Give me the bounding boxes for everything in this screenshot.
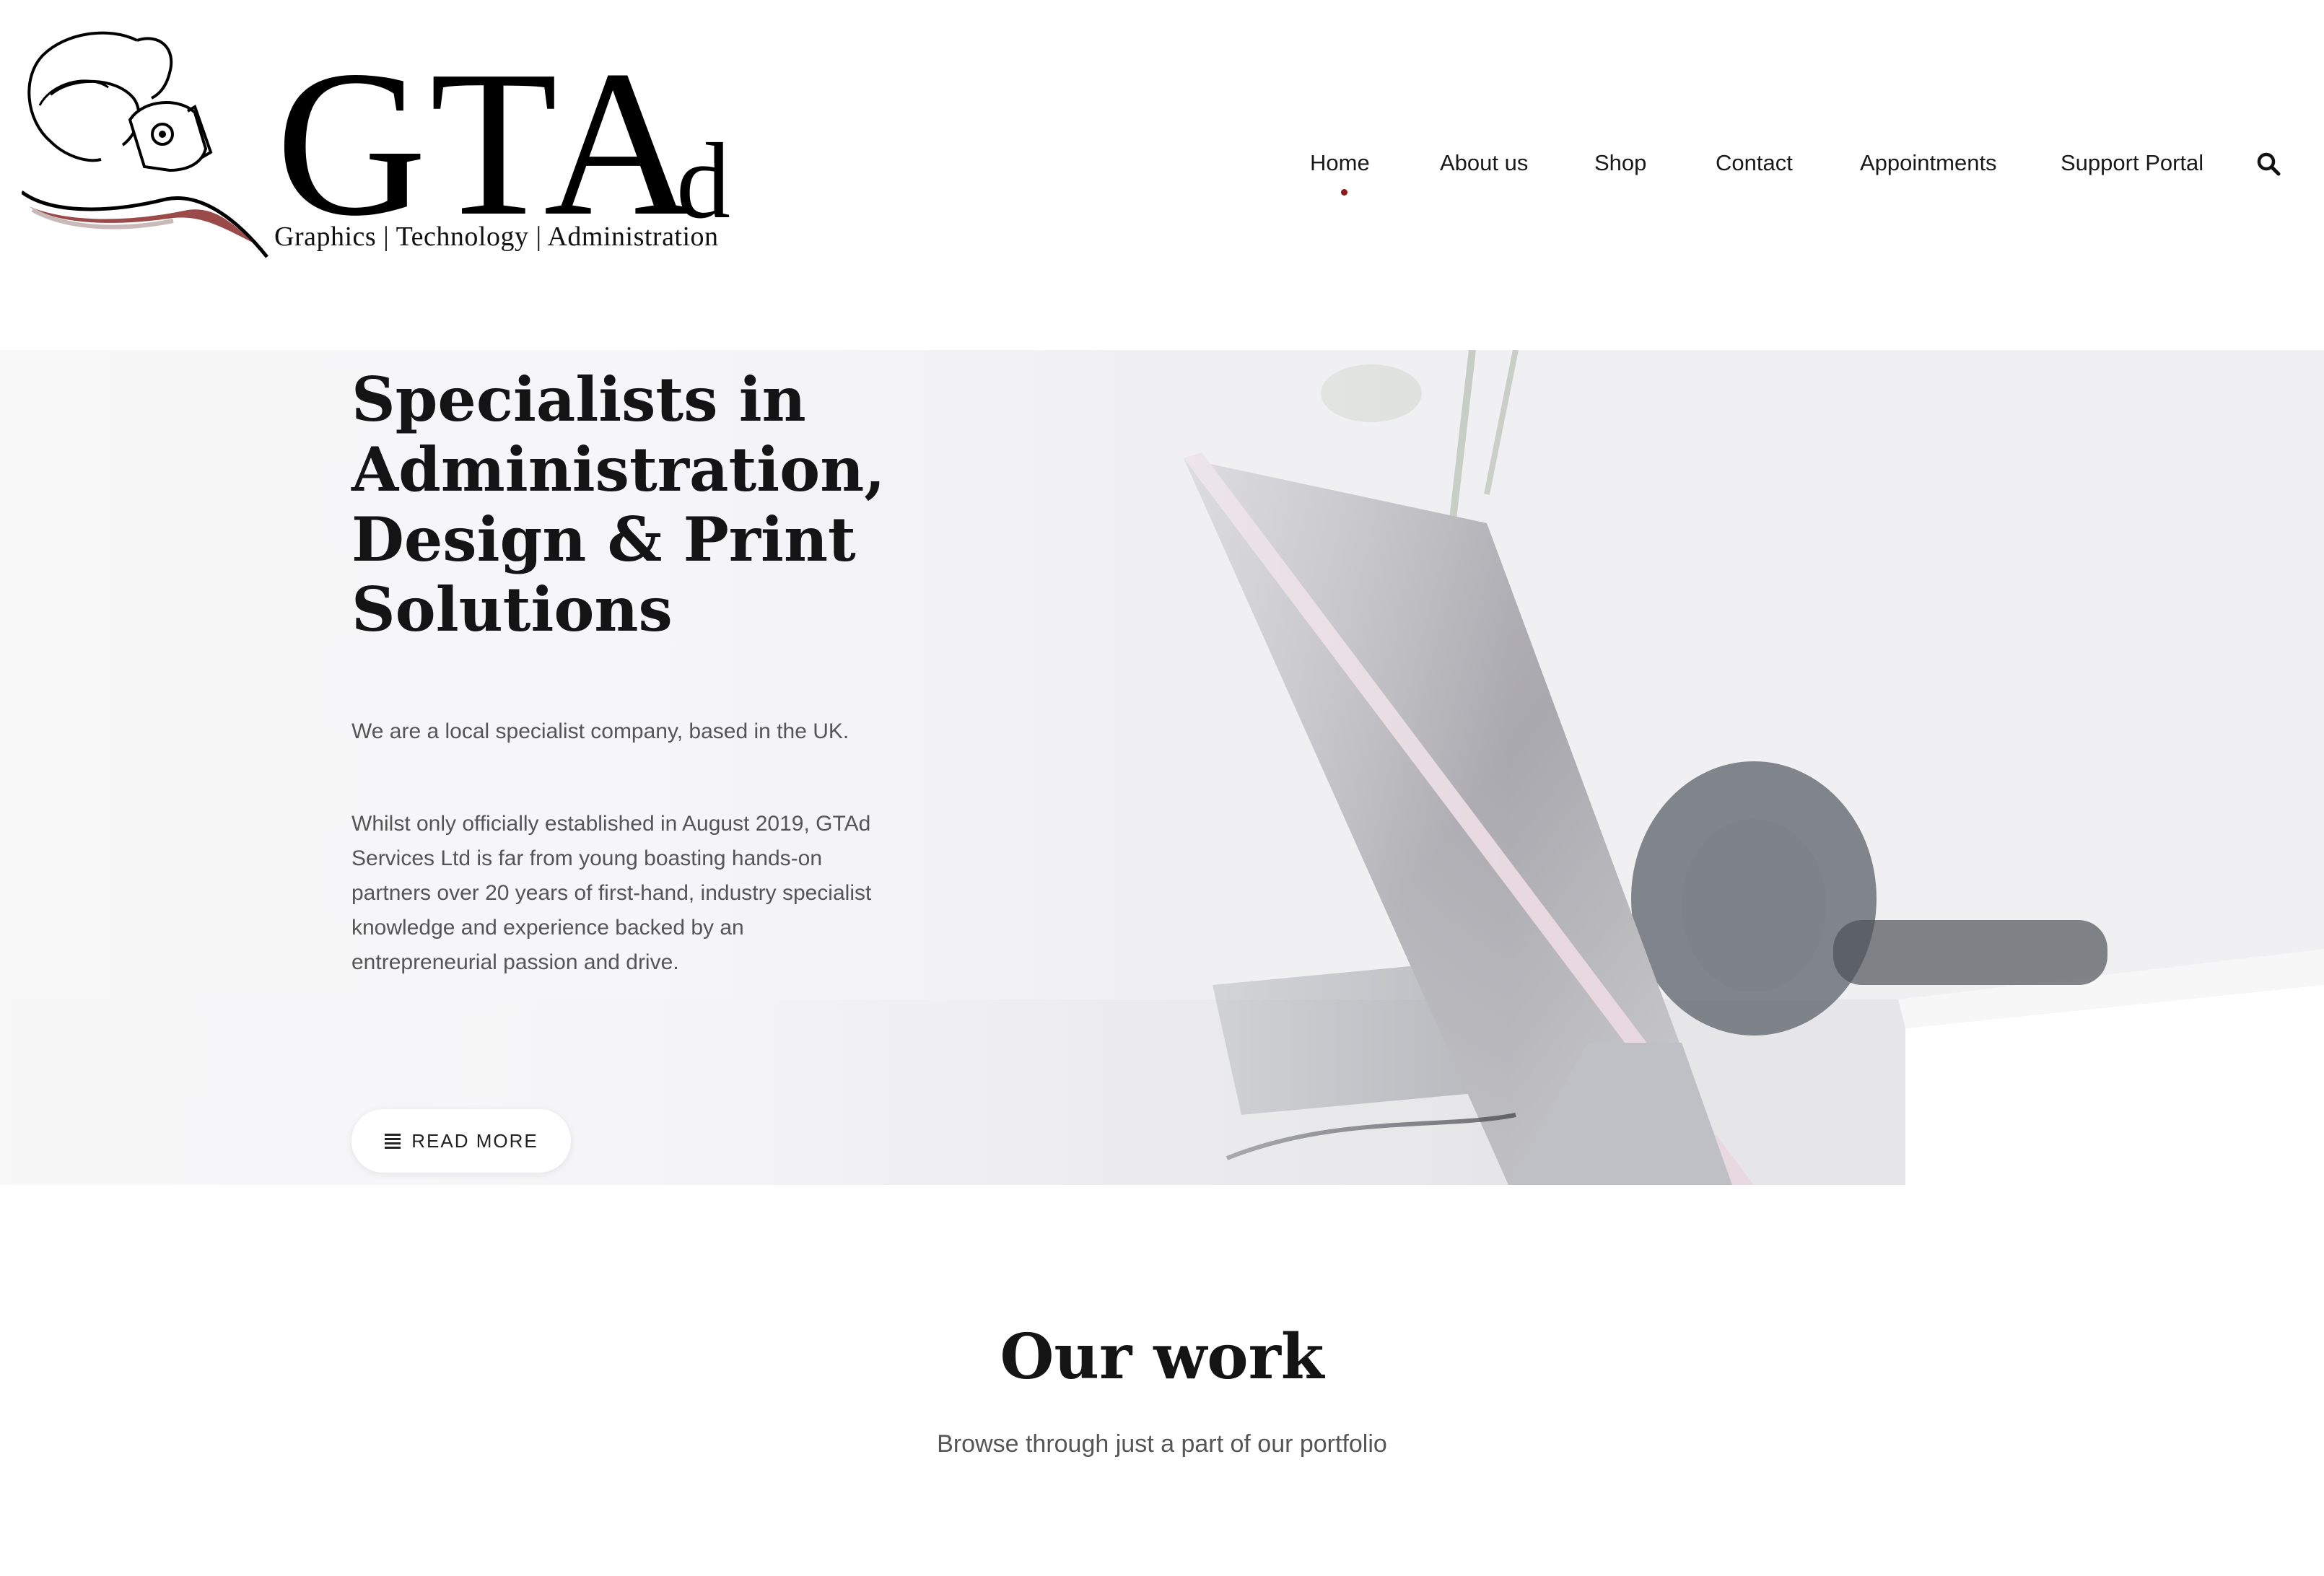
hero-section: Specialists in Administration, Design & … (0, 350, 2324, 1185)
logo-emblem-icon (22, 31, 268, 258)
hero-paragraph-2: Whilst only officially established in Au… (351, 812, 872, 974)
nav-item-about-us[interactable]: About us (1440, 150, 1528, 176)
logo-tagline: Graphics | Technology | Administration (274, 222, 719, 252)
read-more-label: READ MORE (411, 1129, 538, 1152)
our-work-title: Our work (1000, 1321, 1324, 1393)
read-more-button[interactable]: READ MORE (351, 1109, 571, 1173)
nav-item-appointments[interactable]: Appointments (1860, 150, 1997, 176)
hero-paragraph-1: We are a local specialist company, based… (351, 719, 849, 743)
hero-overlay (0, 350, 2324, 1185)
logo-wordmark-suffix: d (676, 121, 730, 241)
our-work-subtitle: Browse through just a part of our portfo… (937, 1430, 1387, 1458)
hero-title: Specialists in Administration, Design & … (351, 364, 886, 645)
nav-item-contact[interactable]: Contact (1716, 150, 1793, 176)
logo-wordmark: GTA (276, 27, 698, 259)
search-icon[interactable] (2256, 152, 2281, 176)
nav-item-support-portal[interactable]: Support Portal (2061, 150, 2203, 176)
site-header: GTA d Graphics | Technology | Administra… (0, 0, 2324, 350)
nav-item-shop[interactable]: Shop (1594, 150, 1646, 176)
list-icon (385, 1134, 401, 1149)
nav-item-home[interactable]: Home (1310, 150, 1370, 176)
site-logo[interactable]: GTA d Graphics | Technology | Administra… (22, 26, 743, 264)
nav-active-indicator (1341, 189, 1347, 196)
